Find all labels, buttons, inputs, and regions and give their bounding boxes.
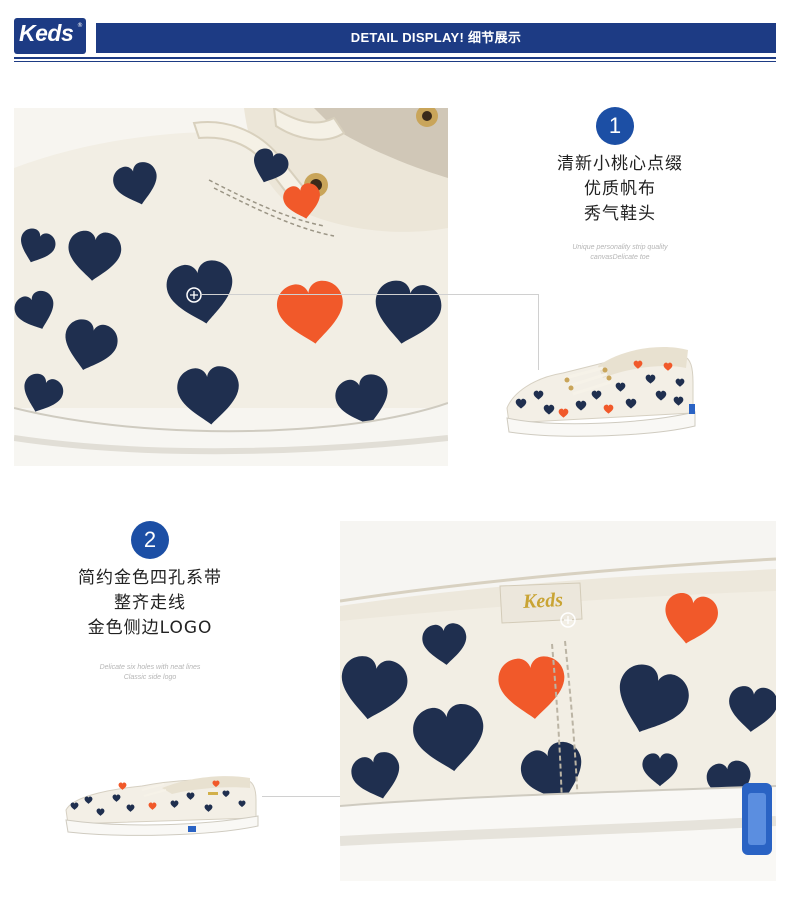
- toe-closeup-photo: [14, 108, 448, 466]
- feature-2-line-2: 整齐走线: [114, 593, 186, 613]
- brand-logo-text: Keds: [19, 20, 74, 46]
- header-divider-thin: [14, 61, 776, 62]
- logo-detail-hotspot[interactable]: [560, 612, 576, 628]
- feature-1-line-3: 秀气鞋头: [584, 204, 656, 224]
- feature-1-line-2: 优质帆布: [584, 179, 656, 199]
- feature-number-badge-1: 1: [596, 107, 634, 145]
- feature-1-description: 清新小桃心点缀 优质帆布 秀气鞋头 Unique personality str…: [520, 152, 720, 263]
- feature-number-badge-2: 2: [131, 521, 169, 559]
- feature-2-subtitle-1: Delicate six holes with neat lines: [99, 664, 201, 671]
- feature-1-subtitle-2: canvasDelicate toe: [590, 254, 650, 261]
- brand-logo[interactable]: Keds ®: [14, 18, 86, 54]
- section-banner: DETAIL DISPLAY! 细节展示: [96, 23, 776, 53]
- registered-mark-icon: ®: [77, 22, 83, 29]
- toe-detail-hotspot[interactable]: [186, 287, 202, 303]
- feature-2-subtitle-2: Classic side logo: [123, 674, 177, 681]
- feature-1-subtitle-1: Unique personality strip quality: [572, 244, 668, 251]
- header-divider: [14, 57, 776, 59]
- header: Keds ® DETAIL DISPLAY! 细节展示: [0, 0, 790, 68]
- full-shoe-photo-1: [503, 338, 699, 448]
- feature-2-line-1: 简约金色四孔系带: [78, 568, 222, 588]
- feature-2-description: 简约金色四孔系带 整齐走线 金色侧边LOGO Delicate six hole…: [50, 566, 250, 683]
- full-shoe-photo-2: [62, 770, 262, 840]
- feature-1-line-1: 清新小桃心点缀: [557, 154, 683, 174]
- feature-2-line-3: 金色侧边LOGO: [87, 618, 213, 638]
- side-logo-closeup-photo: Keds: [340, 521, 776, 881]
- side-gold-logo: Keds: [522, 588, 564, 614]
- banner-title: DETAIL DISPLAY! 细节展示: [350, 30, 522, 45]
- callout-line-horizontal: [200, 294, 538, 295]
